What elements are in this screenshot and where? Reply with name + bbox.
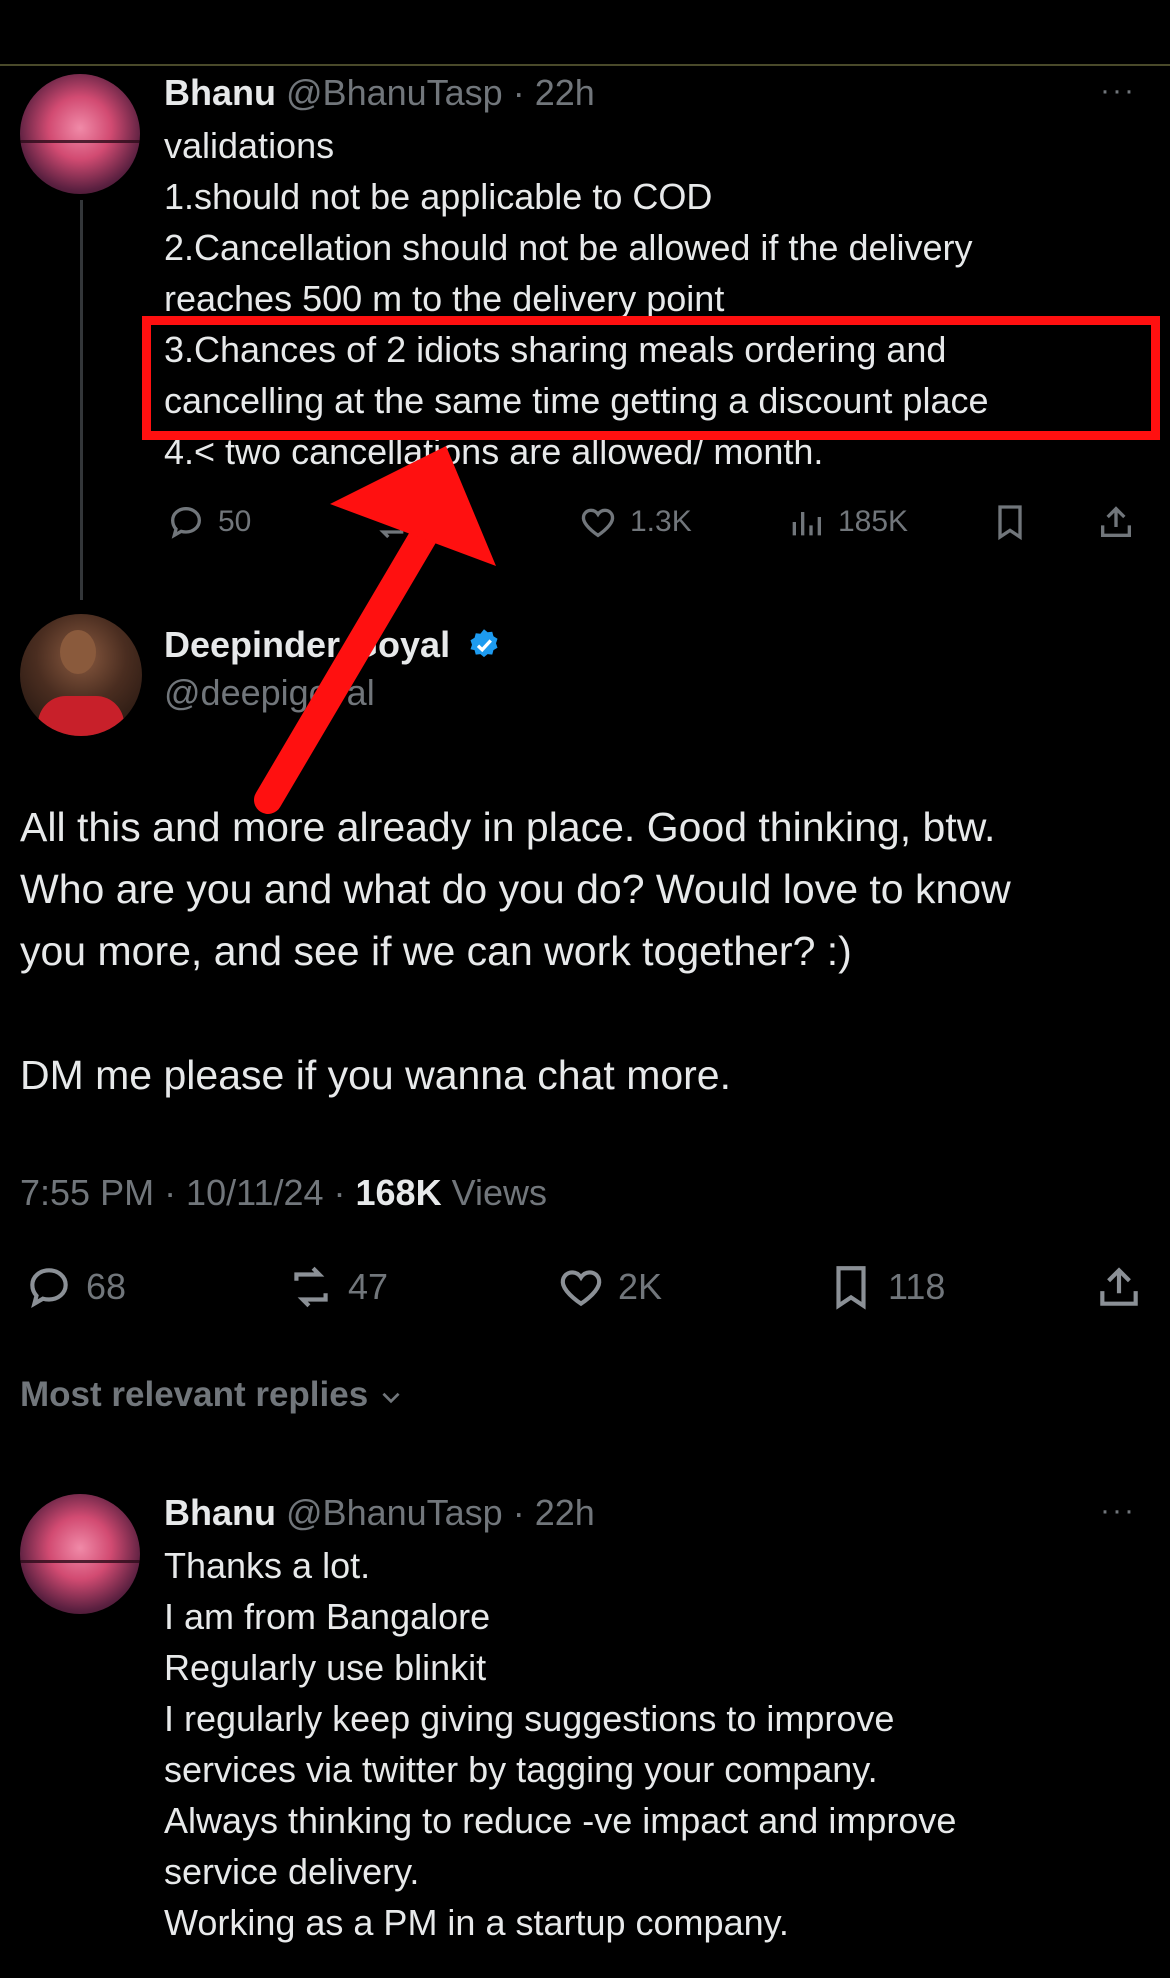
tweet-body: All this and more already in place. Good… [20,796,1011,1106]
like-button[interactable]: 1.3K [578,502,692,542]
author-meta[interactable]: @BhanuTasp · 22h [286,1492,595,1533]
retweet-icon [294,1266,328,1308]
avatar[interactable] [20,1494,140,1614]
like-count: 1.3K [630,505,692,538]
bookmark-count: 118 [888,1266,946,1307]
author-handle[interactable]: @deepigoyal [164,672,375,714]
more-options-icon[interactable]: ··· [1100,1494,1136,1528]
reply-icon [30,1268,68,1309]
tweet-line: I regularly keep giving suggestions to i… [164,1698,895,1739]
tweet-header: Deepinder Goyal [164,624,502,666]
tweet-actions: 50 35 1.3K 185K [0,500,1170,544]
tweet-header: Bhanu @BhanuTasp · 22h [164,1492,595,1534]
tweet-line: Working as a PM in a startup company. [164,1902,789,1943]
tweet-line: Who are you and what do you do? Would lo… [20,866,1011,912]
bookmark-icon [836,1266,866,1310]
views-total: 168K [355,1172,442,1213]
more-options-icon[interactable]: ··· [1100,74,1136,108]
author-name[interactable]: Bhanu [164,1492,276,1533]
tweet-line: All this and more already in place. Good… [20,804,996,850]
retweet-icon [376,505,404,539]
tweet-line: 2.Cancellation should not be allowed if … [164,227,973,268]
share-button[interactable] [1094,1262,1144,1312]
verified-badge-icon [470,629,498,658]
reply-sort-dropdown[interactable]: Most relevant replies [20,1375,404,1415]
author-name[interactable]: Bhanu [164,72,276,113]
tweet-line: I am from Bangalore [164,1596,491,1637]
views-button[interactable]: 185K [786,502,908,542]
tweet-line: 1.should not be applicable to COD [164,176,713,217]
views-count: 185K [838,505,909,538]
tweet-line: validations [164,125,335,166]
tweet-timestamp: 7:55 PM · 10/11/24 · 168K Views [20,1172,547,1213]
like-count: 2K [618,1266,663,1307]
reply-button[interactable]: 50 [166,502,251,542]
tweet-line: service delivery. [164,1851,420,1892]
like-button[interactable]: 2K [556,1262,662,1312]
avatar[interactable] [20,74,140,194]
tweet-line: Regularly use blinkit [164,1647,487,1688]
tweet-line: Thanks a lot. [164,1545,371,1586]
share-button[interactable] [1096,502,1136,542]
retweet-count: 47 [348,1266,389,1307]
chevron-down-icon [382,1392,400,1404]
tweet-body: Thanks a lot. I am from Bangalore Regula… [164,1540,956,1948]
author-name[interactable]: Deepinder Goyal [164,624,450,665]
retweet-button[interactable]: 47 [286,1262,388,1312]
reply-icon [170,506,202,539]
tweet-line: Always thinking to reduce -ve impact and… [164,1800,957,1841]
bookmark-button[interactable]: 118 [826,1262,945,1312]
tweet-line: DM me please if you wanna chat more. [20,1052,731,1098]
retweet-count: 35 [422,505,456,538]
highlight-box [142,316,1160,440]
share-icon [1100,1267,1138,1306]
reply-button[interactable]: 68 [24,1262,126,1312]
retweet-button[interactable]: 35 [370,502,455,542]
views-icon [792,512,821,536]
heart-icon [581,508,615,538]
tweet-line: you more, and see if we can work togethe… [20,928,852,974]
bookmark-icon [998,505,1022,541]
tweet-actions: 68 47 2K 118 [0,1262,1170,1314]
reply-count: 50 [218,505,252,538]
share-icon [1101,506,1131,537]
top-divider [0,64,1170,66]
tweet-header: Bhanu @BhanuTasp · 22h [164,72,595,114]
heart-icon [560,1270,602,1307]
avatar[interactable] [20,614,142,736]
reply-count: 68 [86,1266,127,1307]
author-meta[interactable]: @BhanuTasp · 22h [286,72,595,113]
tweet-line: services via twitter by tagging your com… [164,1749,878,1790]
bookmark-button[interactable] [990,502,1030,542]
